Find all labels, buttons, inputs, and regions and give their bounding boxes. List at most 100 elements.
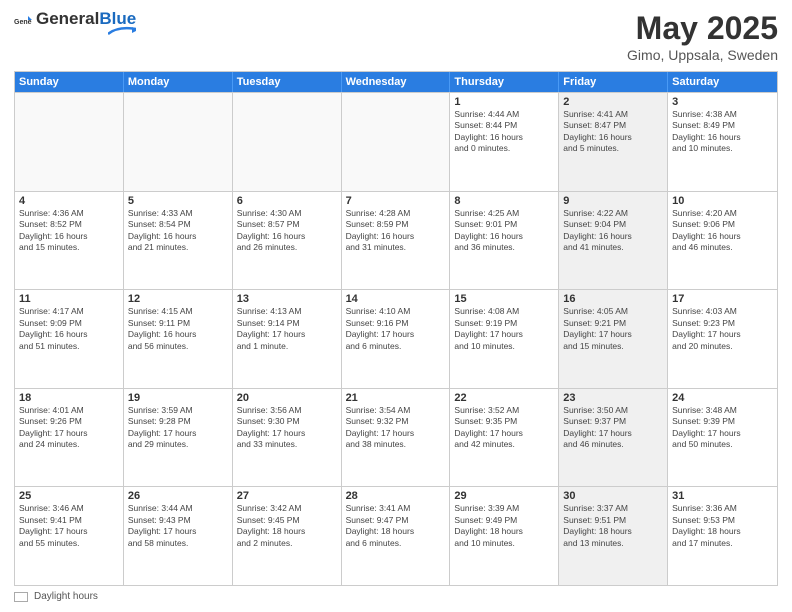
cal-row-1: 4Sunrise: 4:36 AM Sunset: 8:52 PM Daylig…: [15, 191, 777, 290]
day-info: Sunrise: 3:56 AM Sunset: 9:30 PM Dayligh…: [237, 405, 337, 451]
cal-cell: 23Sunrise: 3:50 AM Sunset: 9:37 PM Dayli…: [559, 389, 668, 487]
cal-cell: 1Sunrise: 4:44 AM Sunset: 8:44 PM Daylig…: [450, 93, 559, 191]
cal-row-0: 1Sunrise: 4:44 AM Sunset: 8:44 PM Daylig…: [15, 92, 777, 191]
day-info: Sunrise: 4:22 AM Sunset: 9:04 PM Dayligh…: [563, 208, 663, 254]
day-number: 31: [672, 490, 773, 502]
cal-cell: 28Sunrise: 3:41 AM Sunset: 9:47 PM Dayli…: [342, 487, 451, 585]
logo: General General Blue: [14, 10, 136, 36]
cal-cell: 21Sunrise: 3:54 AM Sunset: 9:32 PM Dayli…: [342, 389, 451, 487]
logo-general: General: [36, 10, 99, 29]
day-info: Sunrise: 4:20 AM Sunset: 9:06 PM Dayligh…: [672, 208, 773, 254]
day-number: 23: [563, 392, 663, 404]
day-number: 13: [237, 293, 337, 305]
cal-header-cell-friday: Friday: [559, 72, 668, 92]
cal-cell: 27Sunrise: 3:42 AM Sunset: 9:45 PM Dayli…: [233, 487, 342, 585]
day-number: 4: [19, 195, 119, 207]
day-info: Sunrise: 4:01 AM Sunset: 9:26 PM Dayligh…: [19, 405, 119, 451]
day-number: 25: [19, 490, 119, 502]
day-number: 26: [128, 490, 228, 502]
cal-cell: 24Sunrise: 3:48 AM Sunset: 9:39 PM Dayli…: [668, 389, 777, 487]
title-block: May 2025 Gimo, Uppsala, Sweden: [627, 10, 778, 63]
day-info: Sunrise: 4:10 AM Sunset: 9:16 PM Dayligh…: [346, 306, 446, 352]
cal-row-3: 18Sunrise: 4:01 AM Sunset: 9:26 PM Dayli…: [15, 388, 777, 487]
cal-cell: 20Sunrise: 3:56 AM Sunset: 9:30 PM Dayli…: [233, 389, 342, 487]
cal-cell: [233, 93, 342, 191]
day-number: 24: [672, 392, 773, 404]
cal-cell: 22Sunrise: 3:52 AM Sunset: 9:35 PM Dayli…: [450, 389, 559, 487]
day-info: Sunrise: 4:38 AM Sunset: 8:49 PM Dayligh…: [672, 109, 773, 155]
day-number: 10: [672, 195, 773, 207]
day-info: Sunrise: 4:15 AM Sunset: 9:11 PM Dayligh…: [128, 306, 228, 352]
day-number: 15: [454, 293, 554, 305]
day-number: 18: [19, 392, 119, 404]
logo-swoosh-icon: [108, 26, 136, 36]
cal-cell: 7Sunrise: 4:28 AM Sunset: 8:59 PM Daylig…: [342, 192, 451, 290]
day-info: Sunrise: 3:52 AM Sunset: 9:35 PM Dayligh…: [454, 405, 554, 451]
day-number: 11: [19, 293, 119, 305]
day-number: 28: [346, 490, 446, 502]
logo-icon: General: [14, 14, 32, 32]
day-number: 20: [237, 392, 337, 404]
day-number: 1: [454, 96, 554, 108]
cal-cell: 25Sunrise: 3:46 AM Sunset: 9:41 PM Dayli…: [15, 487, 124, 585]
cal-row-4: 25Sunrise: 3:46 AM Sunset: 9:41 PM Dayli…: [15, 486, 777, 585]
day-info: Sunrise: 3:59 AM Sunset: 9:28 PM Dayligh…: [128, 405, 228, 451]
cal-cell: 12Sunrise: 4:15 AM Sunset: 9:11 PM Dayli…: [124, 290, 233, 388]
day-number: 8: [454, 195, 554, 207]
day-info: Sunrise: 4:05 AM Sunset: 9:21 PM Dayligh…: [563, 306, 663, 352]
cal-cell: 3Sunrise: 4:38 AM Sunset: 8:49 PM Daylig…: [668, 93, 777, 191]
cal-cell: 4Sunrise: 4:36 AM Sunset: 8:52 PM Daylig…: [15, 192, 124, 290]
day-info: Sunrise: 4:36 AM Sunset: 8:52 PM Dayligh…: [19, 208, 119, 254]
cal-cell: 13Sunrise: 4:13 AM Sunset: 9:14 PM Dayli…: [233, 290, 342, 388]
cal-cell: 16Sunrise: 4:05 AM Sunset: 9:21 PM Dayli…: [559, 290, 668, 388]
day-number: 22: [454, 392, 554, 404]
day-info: Sunrise: 3:46 AM Sunset: 9:41 PM Dayligh…: [19, 503, 119, 549]
day-number: 19: [128, 392, 228, 404]
day-number: 16: [563, 293, 663, 305]
cal-cell: [342, 93, 451, 191]
day-info: Sunrise: 3:54 AM Sunset: 9:32 PM Dayligh…: [346, 405, 446, 451]
cal-cell: 30Sunrise: 3:37 AM Sunset: 9:51 PM Dayli…: [559, 487, 668, 585]
cal-header-cell-monday: Monday: [124, 72, 233, 92]
cal-header-cell-tuesday: Tuesday: [233, 72, 342, 92]
cal-row-2: 11Sunrise: 4:17 AM Sunset: 9:09 PM Dayli…: [15, 289, 777, 388]
cal-cell: 2Sunrise: 4:41 AM Sunset: 8:47 PM Daylig…: [559, 93, 668, 191]
page: General General Blue May 2025 Gimo, Upps…: [0, 0, 792, 612]
day-info: Sunrise: 3:41 AM Sunset: 9:47 PM Dayligh…: [346, 503, 446, 549]
day-info: Sunrise: 3:39 AM Sunset: 9:49 PM Dayligh…: [454, 503, 554, 549]
cal-cell: 29Sunrise: 3:39 AM Sunset: 9:49 PM Dayli…: [450, 487, 559, 585]
day-info: Sunrise: 4:25 AM Sunset: 9:01 PM Dayligh…: [454, 208, 554, 254]
day-number: 29: [454, 490, 554, 502]
day-info: Sunrise: 3:48 AM Sunset: 9:39 PM Dayligh…: [672, 405, 773, 451]
cal-cell: 14Sunrise: 4:10 AM Sunset: 9:16 PM Dayli…: [342, 290, 451, 388]
header: General General Blue May 2025 Gimo, Upps…: [14, 10, 778, 63]
day-number: 5: [128, 195, 228, 207]
cal-cell: 11Sunrise: 4:17 AM Sunset: 9:09 PM Dayli…: [15, 290, 124, 388]
footer: Daylight hours: [14, 591, 778, 602]
day-number: 21: [346, 392, 446, 404]
day-info: Sunrise: 4:03 AM Sunset: 9:23 PM Dayligh…: [672, 306, 773, 352]
day-info: Sunrise: 4:30 AM Sunset: 8:57 PM Dayligh…: [237, 208, 337, 254]
cal-header-cell-wednesday: Wednesday: [342, 72, 451, 92]
cal-cell: 15Sunrise: 4:08 AM Sunset: 9:19 PM Dayli…: [450, 290, 559, 388]
day-number: 27: [237, 490, 337, 502]
day-info: Sunrise: 3:44 AM Sunset: 9:43 PM Dayligh…: [128, 503, 228, 549]
day-number: 2: [563, 96, 663, 108]
day-number: 7: [346, 195, 446, 207]
day-info: Sunrise: 3:42 AM Sunset: 9:45 PM Dayligh…: [237, 503, 337, 549]
month-title: May 2025: [627, 10, 778, 47]
cal-header-cell-saturday: Saturday: [668, 72, 777, 92]
cal-cell: 8Sunrise: 4:25 AM Sunset: 9:01 PM Daylig…: [450, 192, 559, 290]
day-info: Sunrise: 4:13 AM Sunset: 9:14 PM Dayligh…: [237, 306, 337, 352]
day-info: Sunrise: 4:17 AM Sunset: 9:09 PM Dayligh…: [19, 306, 119, 352]
cal-cell: 19Sunrise: 3:59 AM Sunset: 9:28 PM Dayli…: [124, 389, 233, 487]
day-info: Sunrise: 3:50 AM Sunset: 9:37 PM Dayligh…: [563, 405, 663, 451]
calendar: SundayMondayTuesdayWednesdayThursdayFrid…: [14, 71, 778, 586]
cal-cell: 26Sunrise: 3:44 AM Sunset: 9:43 PM Dayli…: [124, 487, 233, 585]
daylight-label: Daylight hours: [34, 591, 98, 602]
cal-cell: 17Sunrise: 4:03 AM Sunset: 9:23 PM Dayli…: [668, 290, 777, 388]
day-number: 6: [237, 195, 337, 207]
cal-cell: 6Sunrise: 4:30 AM Sunset: 8:57 PM Daylig…: [233, 192, 342, 290]
day-info: Sunrise: 4:08 AM Sunset: 9:19 PM Dayligh…: [454, 306, 554, 352]
day-number: 3: [672, 96, 773, 108]
